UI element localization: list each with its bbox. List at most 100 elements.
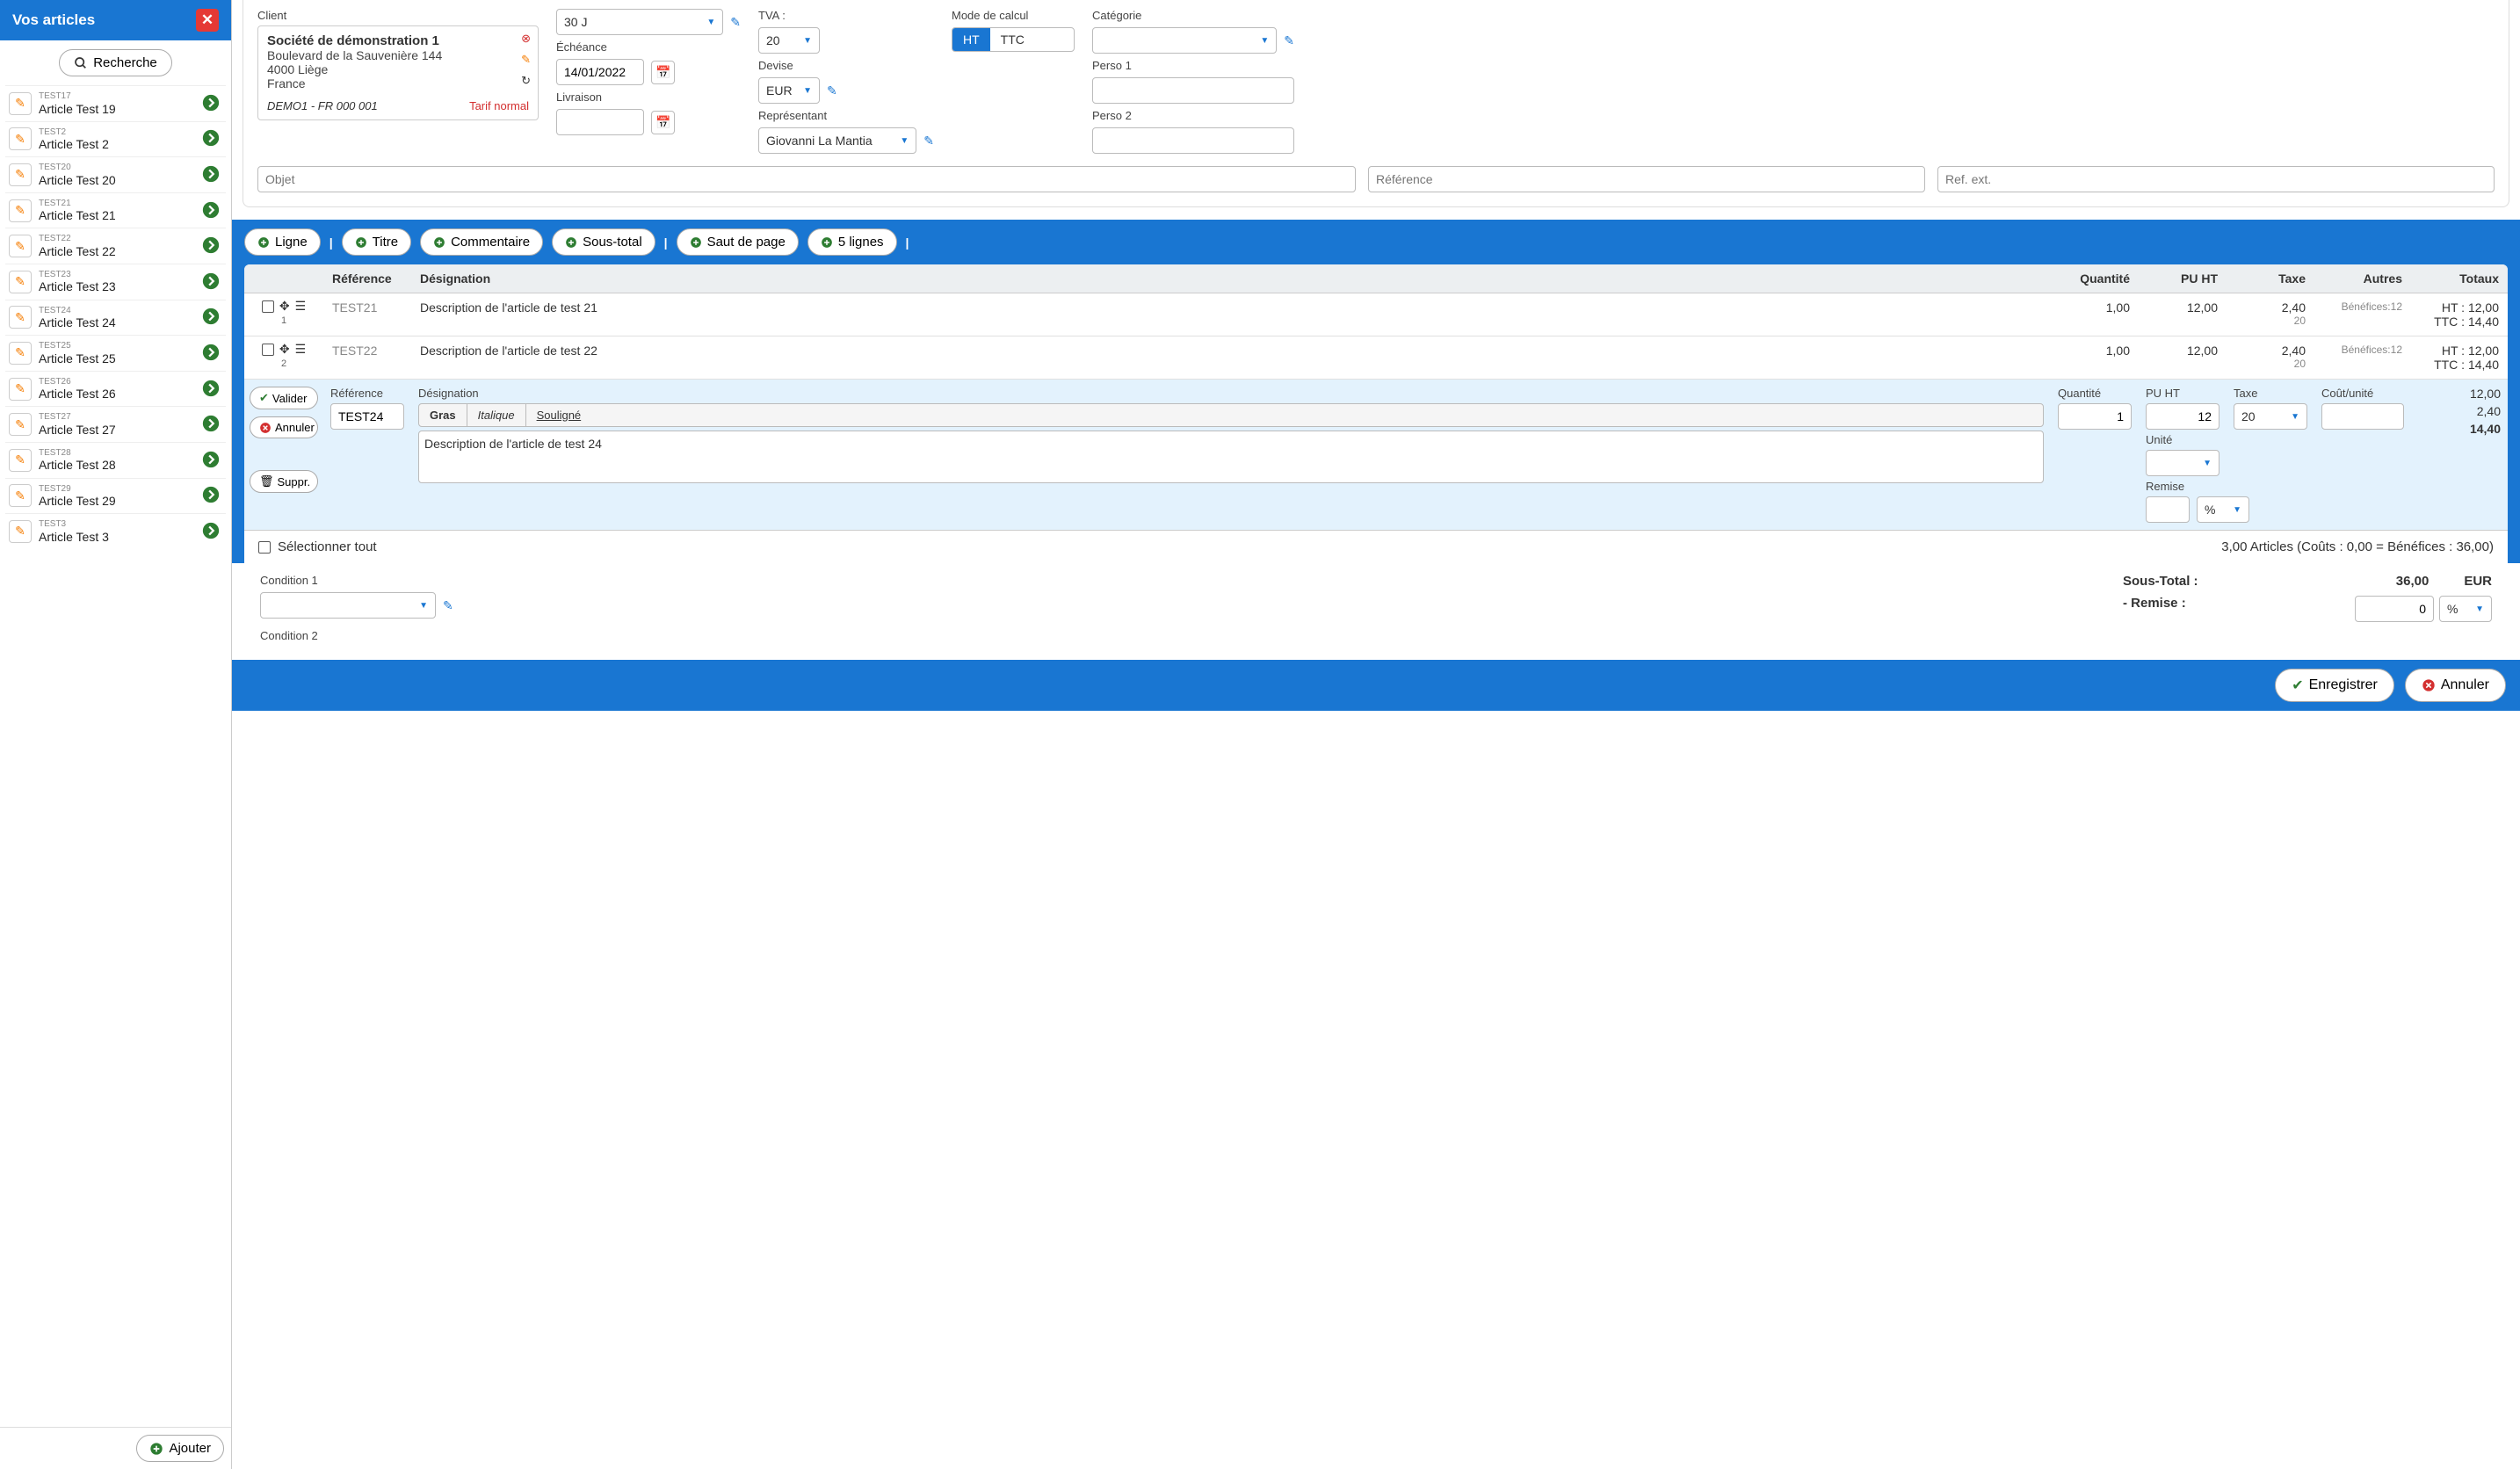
- remise-total-input[interactable]: [2355, 596, 2434, 622]
- bold-button[interactable]: Gras: [419, 404, 467, 426]
- refresh-client-icon[interactable]: ↻: [521, 74, 531, 88]
- unite-select[interactable]: ▼: [2146, 450, 2219, 476]
- pencil-icon: ✎: [9, 306, 32, 329]
- arrow-right-icon[interactable]: [201, 271, 222, 293]
- perso2-input[interactable]: [1092, 127, 1294, 154]
- cell-total: HT : 12,00TTC : 14,40: [2411, 293, 2508, 336]
- edit-qty-input[interactable]: [2058, 403, 2132, 430]
- representant-select[interactable]: Giovanni La Mantia▼: [758, 127, 916, 154]
- arrow-right-icon[interactable]: [201, 200, 222, 221]
- arrow-right-icon[interactable]: [201, 93, 222, 114]
- list-item[interactable]: ✎TEST28Article Test 28: [5, 442, 226, 478]
- remise-input[interactable]: [2146, 496, 2190, 523]
- add-article-button[interactable]: Ajouter: [136, 1435, 224, 1462]
- arrow-right-icon[interactable]: [201, 235, 222, 257]
- remove-client-icon[interactable]: ⊗: [521, 32, 531, 46]
- categorie-select[interactable]: ▼: [1092, 27, 1277, 54]
- col-autres: Autres: [2314, 264, 2411, 293]
- calendar-icon[interactable]: 📅: [651, 111, 675, 134]
- livraison-input[interactable]: [556, 109, 644, 135]
- arrow-right-icon[interactable]: [201, 164, 222, 185]
- edit-representant-icon[interactable]: ✎: [923, 134, 934, 148]
- objet-input[interactable]: [257, 166, 1356, 192]
- arrow-right-icon[interactable]: [201, 379, 222, 400]
- edit-ref-input[interactable]: [330, 403, 404, 430]
- edit-pu-input[interactable]: [2146, 403, 2219, 430]
- calendar-icon[interactable]: 📅: [651, 61, 675, 84]
- mode-ht-button[interactable]: HT: [952, 28, 990, 51]
- close-icon[interactable]: ✕: [196, 9, 219, 32]
- list-item[interactable]: ✎TEST21Article Test 21: [5, 192, 226, 228]
- edit-terms-icon[interactable]: ✎: [730, 15, 741, 30]
- list-item[interactable]: ✎TEST2Article Test 2: [5, 121, 226, 157]
- table-row[interactable]: ✥☰1TEST21Description de l'article de tes…: [244, 293, 2508, 336]
- edit-desig-textarea[interactable]: Description de l'article de test 24: [418, 431, 2044, 483]
- add-ligne-button[interactable]: Ligne: [244, 228, 321, 256]
- list-item[interactable]: ✎TEST23Article Test 23: [5, 264, 226, 300]
- payment-terms-select[interactable]: 30 J▼: [556, 9, 723, 35]
- add-5lignes-button[interactable]: 5 lignes: [807, 228, 897, 256]
- arrow-right-icon[interactable]: [201, 128, 222, 149]
- list-item[interactable]: ✎TEST25Article Test 25: [5, 335, 226, 371]
- list-item[interactable]: ✎TEST3Article Test 3: [5, 513, 226, 549]
- sidebar: Vos articles ✕ Recherche ✎TEST17Article …: [0, 0, 232, 1469]
- add-titre-button[interactable]: Titre: [342, 228, 411, 256]
- suppr-button[interactable]: 🗑Suppr.: [250, 470, 318, 493]
- annuler-button[interactable]: Annuler: [2405, 669, 2506, 702]
- cost-input[interactable]: [2321, 403, 2404, 430]
- edit-condition1-icon[interactable]: ✎: [443, 598, 453, 613]
- lines-table: Référence Désignation Quantité PU HT Tax…: [244, 264, 2508, 563]
- perso1-input[interactable]: [1092, 77, 1294, 104]
- menu-icon[interactable]: ☰: [295, 342, 307, 357]
- italic-button[interactable]: Italique: [467, 404, 526, 426]
- row-checkbox[interactable]: [262, 344, 274, 356]
- move-icon[interactable]: ✥: [279, 342, 290, 357]
- reference-input[interactable]: [1368, 166, 1925, 192]
- client-label: Client: [257, 9, 539, 22]
- edit-total-ht: 12,00: [2418, 387, 2501, 401]
- tva-select[interactable]: 20▼: [758, 27, 820, 54]
- table-row[interactable]: ✥☰2TEST22Description de l'article de tes…: [244, 336, 2508, 380]
- arrow-right-icon[interactable]: [201, 450, 222, 471]
- enregistrer-button[interactable]: ✔Enregistrer: [2275, 669, 2394, 702]
- arrow-right-icon[interactable]: [201, 307, 222, 328]
- add-commentaire-button[interactable]: Commentaire: [420, 228, 543, 256]
- list-item[interactable]: ✎TEST24Article Test 24: [5, 300, 226, 336]
- remise-unit-select[interactable]: %▼: [2439, 596, 2492, 622]
- refext-input[interactable]: [1937, 166, 2495, 192]
- list-item[interactable]: ✎TEST27Article Test 27: [5, 406, 226, 442]
- list-item[interactable]: ✎TEST20Article Test 20: [5, 156, 226, 192]
- list-item[interactable]: ✎TEST26Article Test 26: [5, 371, 226, 407]
- add-soustotal-button[interactable]: Sous-total: [552, 228, 655, 256]
- list-item[interactable]: ✎TEST22Article Test 22: [5, 228, 226, 264]
- tax-select[interactable]: 20▼: [2234, 403, 2307, 430]
- row-checkbox[interactable]: [262, 300, 274, 313]
- mode-ttc-button[interactable]: TTC: [990, 28, 1035, 51]
- underline-button[interactable]: Souligné: [526, 404, 592, 426]
- annuler-line-button[interactable]: Annuler: [250, 416, 318, 438]
- list-item[interactable]: ✎TEST29Article Test 29: [5, 478, 226, 514]
- format-toolbar: Gras Italique Souligné: [418, 403, 2044, 427]
- condition1-select[interactable]: ▼: [260, 592, 436, 619]
- echeance-input[interactable]: [556, 59, 644, 85]
- article-name: Article Test 3: [39, 530, 194, 544]
- list-item[interactable]: ✎TEST17Article Test 19: [5, 85, 226, 121]
- pencil-icon: ✎: [9, 92, 32, 115]
- valider-button[interactable]: ✔Valider: [250, 387, 318, 409]
- sous-total-currency: EUR: [2464, 574, 2492, 589]
- devise-select[interactable]: EUR▼: [758, 77, 820, 104]
- article-list[interactable]: ✎TEST17Article Test 19✎TEST2Article Test…: [0, 85, 231, 1427]
- search-button[interactable]: Recherche: [59, 49, 172, 76]
- menu-icon[interactable]: ☰: [295, 299, 307, 314]
- arrow-right-icon[interactable]: [201, 521, 222, 542]
- arrow-right-icon[interactable]: [201, 343, 222, 364]
- select-all-checkbox[interactable]: Sélectionner tout: [258, 539, 377, 554]
- edit-client-icon[interactable]: ✎: [521, 53, 531, 67]
- move-icon[interactable]: ✥: [279, 299, 290, 314]
- edit-categorie-icon[interactable]: ✎: [1284, 33, 1294, 48]
- perso2-label: Perso 2: [1092, 109, 1294, 122]
- arrow-right-icon[interactable]: [201, 485, 222, 506]
- arrow-right-icon[interactable]: [201, 414, 222, 435]
- edit-devise-icon[interactable]: ✎: [827, 83, 837, 98]
- add-sautpage-button[interactable]: Saut de page: [677, 228, 799, 256]
